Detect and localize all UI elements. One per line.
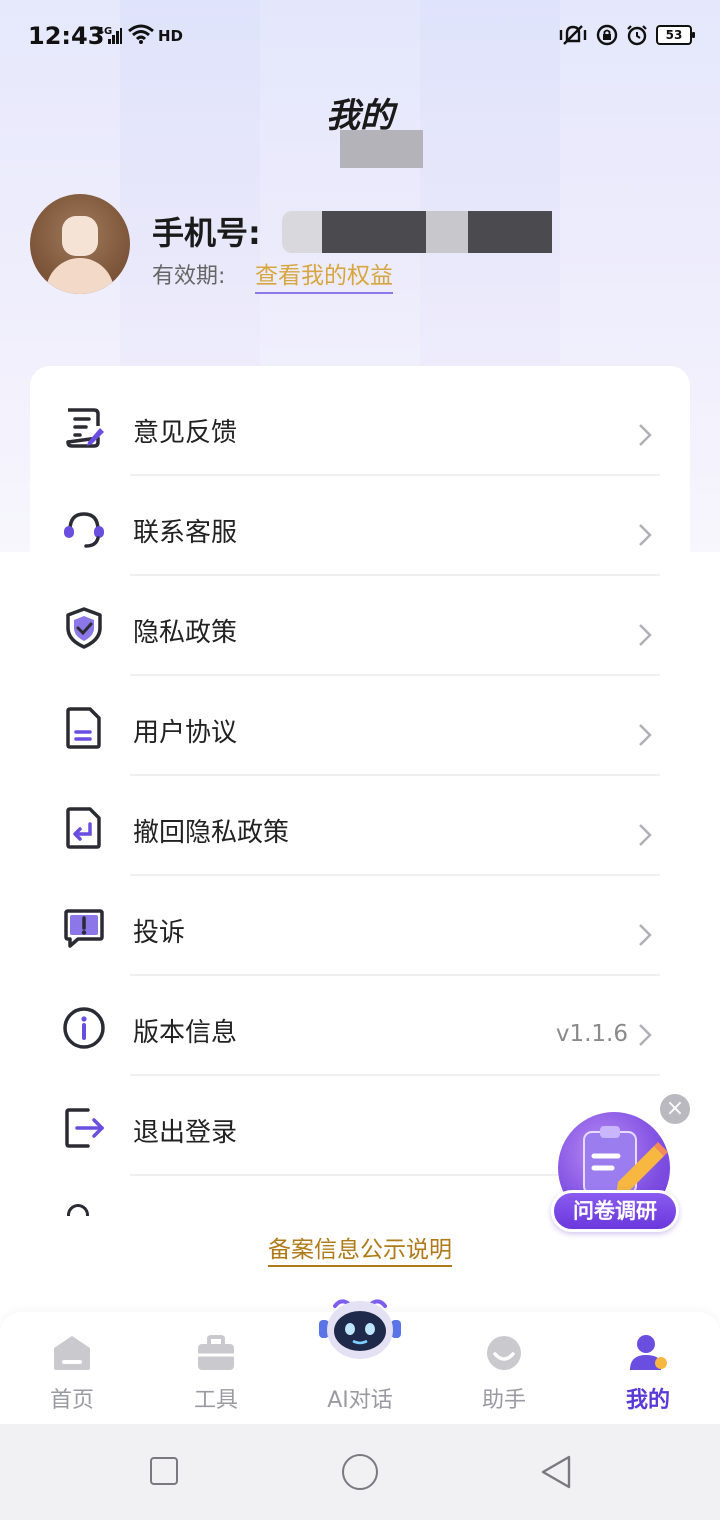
status-bar: 12:43 4G HD 53 <box>0 0 720 76</box>
filing-info-link[interactable]: 备案信息公示说明 <box>0 1230 720 1267</box>
tab-label: 工具 <box>193 1388 238 1413</box>
filing-info-text: 备案信息公示说明 <box>268 1237 452 1267</box>
hd-indicator: HD <box>158 27 184 45</box>
shield-check-icon <box>66 607 102 649</box>
robot-icon[interactable] <box>317 1296 403 1362</box>
version-value: v1.1.6 <box>555 1021 628 1047</box>
menu-item-label: 隐私政策 <box>133 618 238 648</box>
validity-label: 有效期: <box>152 264 226 289</box>
profile-icon <box>630 1335 667 1370</box>
chevron-right-icon <box>639 424 652 446</box>
feedback-icon <box>66 408 104 448</box>
document-icon <box>66 707 101 749</box>
complaint-icon <box>64 909 104 948</box>
menu-item-customer-service[interactable]: 联系客服 <box>30 476 690 576</box>
info-icon <box>63 1007 105 1049</box>
home-button[interactable] <box>342 1454 378 1490</box>
toolbox-icon <box>198 1335 234 1370</box>
menu-item-version[interactable]: 版本信息 v1.1.6 <box>30 976 690 1076</box>
menu-item-user-agreement[interactable]: 用户协议 <box>30 676 690 776</box>
phone-label: 手机号: <box>152 214 261 252</box>
menu-item-label: 版本信息 <box>133 1018 238 1048</box>
menu-item-privacy-policy[interactable]: 隐私政策 <box>30 576 690 676</box>
document-return-icon <box>66 807 101 849</box>
redacted-phone-number <box>282 211 552 253</box>
alarm-icon <box>627 25 647 46</box>
status-time: 12:43 <box>28 22 105 50</box>
menu-item-label: 撤回隐私政策 <box>133 818 290 848</box>
system-nav-bar <box>0 1424 720 1520</box>
menu-item-complaint[interactable]: 投诉 <box>30 876 690 976</box>
chevron-right-icon <box>639 724 652 746</box>
tab-label: 我的 <box>625 1388 670 1413</box>
headset-icon <box>64 512 104 548</box>
menu-item-label: 退出登录 <box>133 1118 238 1148</box>
menu-item-label: 用户协议 <box>133 718 238 748</box>
tab-home[interactable]: 首页 <box>0 1312 144 1424</box>
chevron-right-icon <box>639 1024 652 1046</box>
signal-icon <box>108 28 122 44</box>
chevron-right-icon <box>639 624 652 646</box>
recent-apps-button[interactable] <box>150 1457 178 1485</box>
tab-label: AI对话 <box>327 1388 393 1413</box>
logout-icon <box>65 1108 104 1148</box>
survey-close-button[interactable]: × <box>660 1094 690 1124</box>
avatar[interactable] <box>30 194 130 294</box>
assistant-icon <box>487 1336 521 1370</box>
survey-label[interactable]: 问卷调研 <box>551 1190 679 1232</box>
menu-item-feedback[interactable]: 意见反馈 <box>30 376 690 476</box>
wifi-icon <box>128 24 154 44</box>
partial-menu-icon <box>67 1204 89 1216</box>
menu-item-withdraw-privacy[interactable]: 撤回隐私政策 <box>30 776 690 876</box>
vibrate-icon <box>559 25 587 45</box>
rotation-lock-icon <box>596 24 618 46</box>
tab-profile[interactable]: 我的 <box>576 1312 720 1424</box>
chevron-right-icon <box>639 524 652 546</box>
view-rights-link[interactable]: 查看我的权益 <box>255 256 393 294</box>
settings-menu: 意见反馈 联系客服 隐私政策 用户协议 撤回隐私政策 投诉 版本信息 v1.1.… <box>30 366 690 1216</box>
chevron-right-icon <box>639 824 652 846</box>
tab-assistant[interactable]: 助手 <box>432 1312 576 1424</box>
home-icon <box>54 1336 90 1370</box>
menu-item-label: 投诉 <box>133 918 186 948</box>
chevron-right-icon <box>639 924 652 946</box>
battery-indicator: 53 <box>656 25 695 45</box>
tab-label: 首页 <box>49 1388 94 1413</box>
menu-item-label: 意见反馈 <box>133 418 238 448</box>
redacted-block <box>340 130 423 168</box>
menu-item-label: 联系客服 <box>133 518 238 548</box>
tab-label: 助手 <box>481 1388 526 1413</box>
tab-tools[interactable]: 工具 <box>144 1312 288 1424</box>
back-button[interactable] <box>540 1454 572 1490</box>
